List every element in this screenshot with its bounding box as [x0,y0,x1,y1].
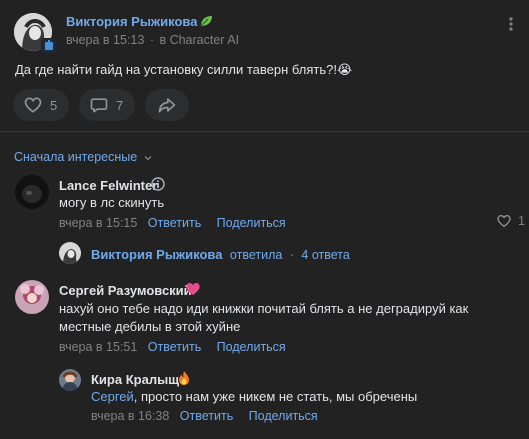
reply-text-body: , просто нам уже никем не стать, мы обре… [133,389,418,404]
comment-text-line-1: нахуй оно тебе надо иди книжки почитай б… [59,301,469,316]
comment-text-line-2: местные дебилы в этой хуйне [59,319,241,334]
share-icon [158,98,176,113]
reply-footer: вчера в 16:38 Ответить Поделиться [91,407,318,425]
more-options-icon[interactable] [503,16,519,32]
flame-icon [177,370,191,386]
reply-mention-link[interactable]: Сергей [91,389,134,404]
comment-footer: вчера в 15:51 Ответить Поделиться [59,338,286,356]
avatar-image [59,369,81,391]
post-divider [0,131,529,132]
comment-author-name[interactable]: Сергей Разумовский [59,283,192,298]
avatar-image [15,175,49,209]
comment-author-name[interactable]: Lance Felwinter [59,178,157,193]
leaf-icon [198,13,214,29]
comment-time[interactable]: вчера в 15:51 [59,340,137,354]
verified-icon [151,177,165,191]
comment-time[interactable]: вчера в 15:15 [59,216,137,230]
thread-separator: · [289,248,294,262]
post-source[interactable]: в Character AI [159,33,239,47]
thread-reply-count[interactable]: 4 ответа [301,248,349,262]
comment-author-avatar[interactable] [15,175,49,209]
chevron-down-icon [144,155,152,161]
reply-text: Сергей, просто нам уже никем не стать, м… [91,388,417,406]
avatar-image [15,280,49,314]
portrait-image [59,242,81,264]
avatar-app-badge [41,38,57,54]
comment-like-count: 1 [518,214,525,228]
post-text: Да где найти гайд на установку силли тав… [15,62,353,77]
meta-separator: · [149,33,154,47]
comment-icon [90,98,108,113]
thread-summary[interactable]: Виктория Рыжикова ответила · 4 ответа [91,246,350,264]
post-time[interactable]: вчера в 15:13 [66,33,144,47]
comments-sort-dropdown[interactable]: Сначала интересные [14,150,153,164]
thread-author-name[interactable]: Виктория Рыжикова [91,247,222,262]
post-author-name[interactable]: Виктория Рыжикова [66,14,197,29]
reply-button[interactable]: Ответить [148,216,201,230]
reply-time[interactable]: вчера в 16:38 [91,409,169,423]
reply-button[interactable]: Ответить [148,340,201,354]
like-button[interactable]: 5 [13,89,69,121]
sort-label: Сначала интересные [14,150,138,164]
like-count: 5 [50,97,58,113]
comment-like-button[interactable]: 1 [496,213,525,229]
comment-count: 7 [116,97,124,113]
comment-footer: вчера в 15:15 Ответить Поделиться [59,214,286,232]
reply-button[interactable]: Ответить [180,409,233,423]
post-meta: вчера в 15:13 · в Character AI [66,33,239,47]
heart-badge-icon [185,281,201,297]
share-button[interactable] [145,89,189,121]
share-comment-button[interactable]: Поделиться [217,340,286,354]
comment-button[interactable]: 7 [79,89,135,121]
comment-author-avatar[interactable] [15,280,49,314]
comment-text: могу в лс скинуть [59,195,165,210]
thread-action: ответила [229,248,283,262]
heart-icon [24,97,42,113]
heart-icon [497,214,511,228]
reply-author-avatar[interactable] [59,369,81,391]
thread-author-avatar[interactable] [59,242,81,264]
reply-author-name[interactable]: Кира Кралыщ [91,372,179,387]
share-comment-button[interactable]: Поделиться [249,409,318,423]
share-comment-button[interactable]: Поделиться [217,216,286,230]
